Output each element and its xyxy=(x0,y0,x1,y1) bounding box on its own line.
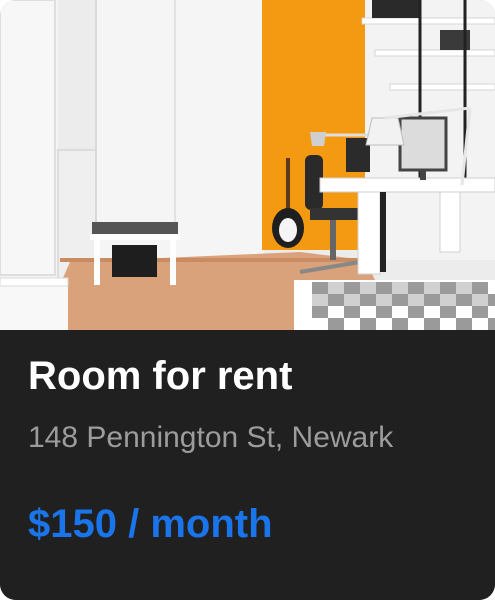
listing-price: $150 / month xyxy=(28,502,273,546)
listing-info: Room for rent 148 Pennington St, Newark … xyxy=(0,330,495,600)
room-illustration xyxy=(0,0,495,330)
listing-card[interactable]: Room for rent 148 Pennington St, Newark … xyxy=(0,0,495,600)
listing-photo[interactable] xyxy=(0,0,495,330)
listing-address: 148 Pennington St, Newark xyxy=(28,421,394,454)
listing-title[interactable]: Room for rent xyxy=(28,352,292,400)
